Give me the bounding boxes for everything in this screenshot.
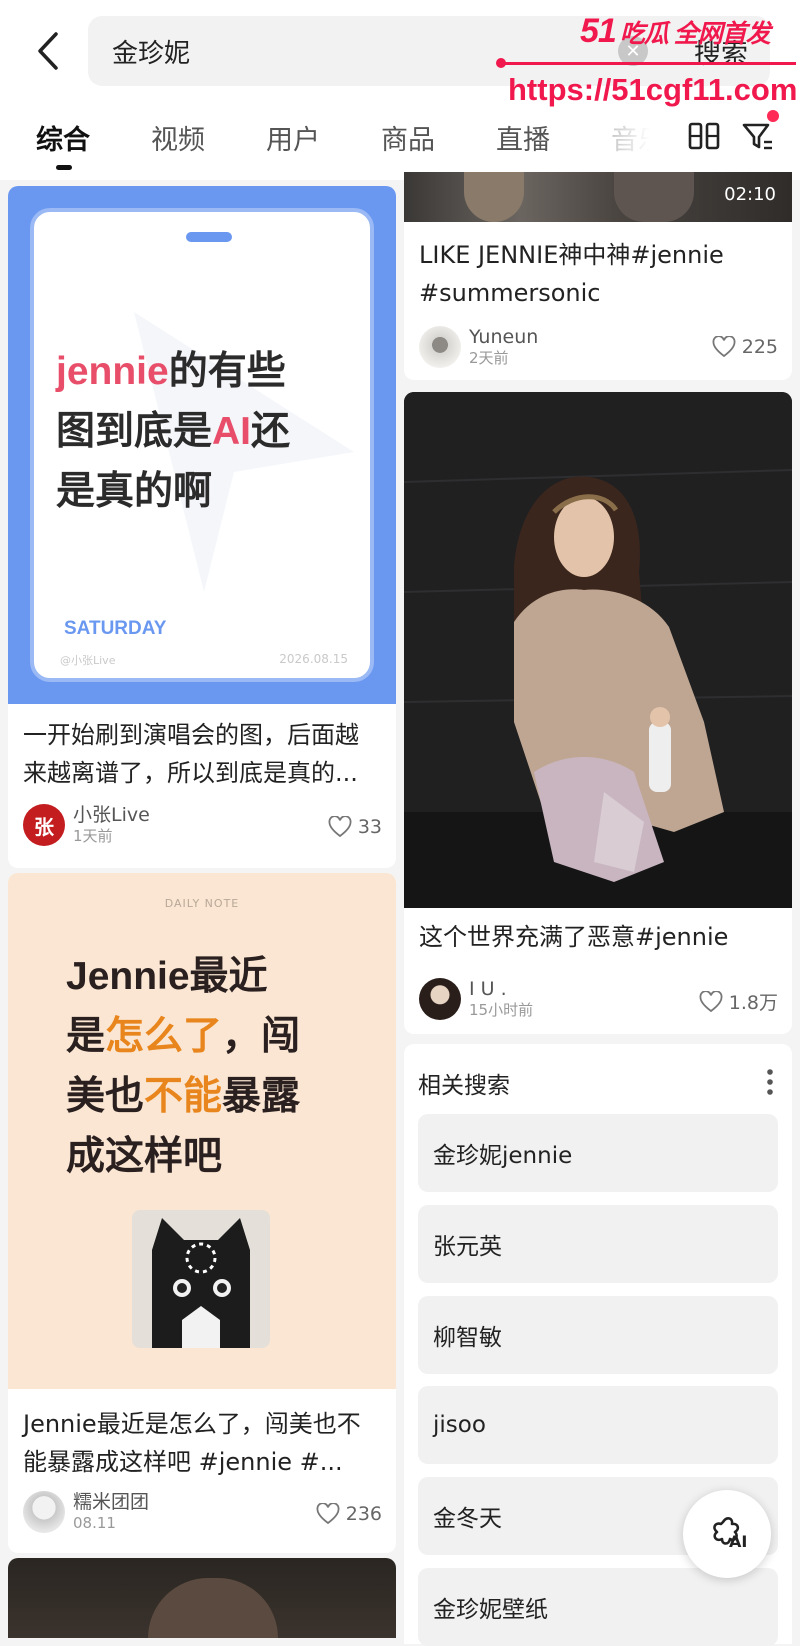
cover-date: 2026.08.15	[279, 652, 348, 666]
cat-photo	[132, 1210, 270, 1348]
like-button[interactable]: 236	[316, 1503, 382, 1525]
card-author[interactable]: 张 小张Live 1天前	[23, 804, 150, 846]
card-cover-image: DAILY NOTE Jennie最近 是怎么了，闯 美也不能暴露 成这样吧	[8, 873, 396, 1389]
active-tab-indicator	[56, 165, 72, 170]
author-name: 小张Live	[73, 804, 150, 826]
more-options-icon[interactable]	[766, 1068, 774, 1096]
filter-icon[interactable]	[740, 118, 776, 154]
card-cover-image: 02:10	[404, 172, 792, 222]
ai-assistant-button[interactable]: AI	[683, 1490, 771, 1578]
tab-bar: 综合 视频 用户 商品 直播 音乐	[0, 108, 800, 172]
cover-headline: Jennie最近 是怎么了，闯 美也不能暴露 成这样吧	[66, 955, 301, 1178]
related-search-item[interactable]: 金珍妮壁纸	[418, 1568, 778, 1646]
feed-card-partial[interactable]	[8, 1558, 396, 1638]
card-cover-image: jennie的有些 图到底是AI还 是真的啊 SATURDAY @小张Live …	[8, 186, 396, 704]
related-search-item[interactable]: 柳智敏	[418, 1296, 778, 1374]
cover-badge-slot	[186, 232, 232, 242]
author-name: I U .	[469, 978, 507, 1000]
tab-live[interactable]: 直播	[496, 118, 550, 157]
like-count: 33	[357, 816, 382, 838]
heart-icon	[316, 1503, 340, 1525]
feed-card-video-summersonic[interactable]: 02:10 LIKE JENNIE神中神#jennie #summersonic…	[404, 172, 792, 380]
watermark-brand: 51 吃瓜 全网首发	[580, 12, 771, 50]
like-count: 225	[741, 336, 778, 358]
cover-headline: jennie的有些 图到底是AI还 是真的啊	[56, 350, 291, 513]
tab-video[interactable]: 视频	[151, 118, 205, 157]
related-search-item[interactable]: 金珍妮jennie	[418, 1114, 778, 1192]
author-name: Yuneun	[469, 326, 539, 348]
watermark-url: https://51cgf11.com	[508, 72, 798, 107]
card-title: LIKE JENNIE神中神#jennie #summersonic	[419, 241, 724, 307]
post-time: 15小时前	[469, 1001, 534, 1019]
post-time: 2天前	[469, 349, 509, 367]
cover-figure	[614, 172, 694, 222]
card-author[interactable]: I U . 15小时前	[419, 978, 533, 1020]
heart-icon	[712, 336, 736, 358]
search-query: 金珍妮	[112, 38, 191, 69]
feed-card-ai-question[interactable]: jennie的有些 图到底是AI还 是真的啊 SATURDAY @小张Live …	[8, 186, 396, 868]
card-title: 这个世界充满了恶意#jennie	[419, 923, 729, 951]
cat-icon	[152, 1218, 250, 1348]
card-title: 一开始刷到演唱会的图，后面越来越离谱了，所以到底是真的...	[23, 721, 359, 787]
heart-icon	[328, 816, 352, 838]
cover-day-tag: SATURDAY	[64, 618, 167, 639]
avatar: 张	[23, 804, 65, 846]
top-bar: 金珍妮 ✕ 搜索 51 吃瓜 全网首发 https://51cgf11.com 综…	[0, 0, 800, 180]
cover-figure	[464, 172, 524, 222]
related-search-title: 相关搜索	[418, 1073, 510, 1099]
tab-comprehensive[interactable]: 综合	[36, 118, 90, 157]
chevron-left-icon	[38, 32, 58, 70]
post-time: 08.11	[73, 1514, 116, 1532]
post-time: 1天前	[73, 827, 113, 845]
layout-toggle-icon[interactable]	[686, 118, 722, 154]
like-button[interactable]: 1.8万	[699, 988, 778, 1015]
tab-users[interactable]: 用户	[266, 118, 320, 157]
heart-icon	[699, 990, 723, 1012]
like-button[interactable]: 225	[712, 336, 778, 358]
feed-card-daily-note[interactable]: DAILY NOTE Jennie最近 是怎么了，闯 美也不能暴露 成这样吧 J…	[8, 873, 396, 1553]
related-search-item[interactable]: 张元英	[418, 1205, 778, 1283]
card-author[interactable]: 糯米团团 08.11	[23, 1491, 149, 1533]
cover-figure	[148, 1578, 278, 1638]
watermark: 51 吃瓜 全网首发 https://51cgf11.com	[496, 8, 800, 110]
ai-label: AI	[729, 1532, 748, 1551]
author-name: 糯米团团	[73, 1491, 150, 1513]
avatar	[23, 1491, 65, 1533]
like-count: 1.8万	[728, 992, 778, 1014]
card-cover-image	[404, 392, 792, 908]
feed-card-photo-malice[interactable]: 这个世界充满了恶意#jennie I U . 15小时前 1.8万	[404, 392, 792, 1034]
cover-handle: @小张Live	[60, 654, 116, 667]
avatar	[419, 326, 461, 368]
cover-card-frame: jennie的有些 图到底是AI还 是真的啊 SATURDAY @小张Live …	[30, 208, 374, 682]
tab-fade	[590, 108, 670, 172]
video-duration: 02:10	[724, 184, 776, 205]
cover-photo	[404, 392, 792, 908]
back-button[interactable]	[26, 26, 70, 76]
like-button[interactable]: 33	[328, 816, 382, 838]
like-count: 236	[345, 1503, 382, 1525]
card-author[interactable]: Yuneun 2天前	[419, 326, 538, 368]
related-search-item[interactable]: jisoo	[418, 1386, 778, 1464]
watermark-line	[496, 58, 796, 68]
tab-products[interactable]: 商品	[381, 118, 435, 157]
avatar	[419, 978, 461, 1020]
card-cover-image	[8, 1558, 396, 1638]
card-title: Jennie最近是怎么了，闯美也不能暴露成这样吧 #jennie #...	[23, 1410, 361, 1476]
notification-dot	[767, 110, 779, 122]
cover-note-label: DAILY NOTE	[164, 897, 240, 910]
